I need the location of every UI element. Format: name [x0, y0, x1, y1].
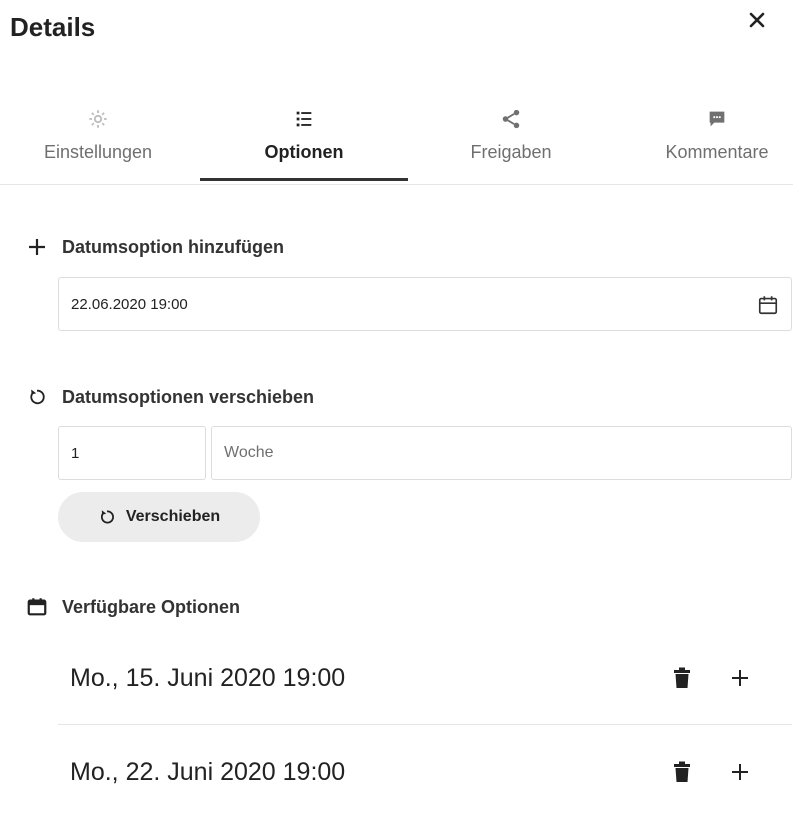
shift-button[interactable]: Verschieben: [58, 492, 260, 542]
divider: [58, 724, 792, 725]
close-button[interactable]: [743, 6, 771, 34]
close-icon: [749, 12, 765, 28]
list-item: Mo., 15. Juni 2020 19:00: [58, 632, 792, 724]
tab-bar: Einstellungen Optionen Freigaben Komment…: [0, 104, 793, 185]
tab-freigaben[interactable]: Freigaben: [456, 104, 566, 184]
shift-amount-input[interactable]: 1: [58, 426, 206, 480]
shift-button-label: Verschieben: [125, 508, 221, 525]
tab-einstellungen[interactable]: Einstellungen: [30, 104, 166, 184]
plus-icon: [732, 764, 748, 780]
shift-amount-value: 1: [71, 444, 80, 462]
active-tab-indicator: [200, 178, 408, 181]
trash-icon: [674, 667, 690, 688]
add-button[interactable]: [720, 658, 760, 698]
trash-icon: [674, 761, 690, 782]
option-label: Mo., 22. Juni 2020 19:00: [70, 757, 346, 786]
gear-icon: [89, 110, 107, 128]
section-title-text: Verfügbare Optionen: [62, 596, 241, 617]
section-title-text: Datumsoptionen verschieben: [62, 386, 315, 407]
shift-section-title: Datumsoptionen verschieben: [26, 386, 314, 408]
plus-icon: [732, 670, 748, 686]
share-icon: [502, 109, 520, 129]
available-section-title: Verfügbare Optionen: [26, 596, 240, 618]
tab-label: Kommentare: [665, 142, 769, 162]
delete-button[interactable]: [662, 658, 702, 698]
tab-optionen[interactable]: Optionen: [240, 104, 368, 184]
list-item: Mo., 22. Juni 2020 19:00: [58, 726, 792, 818]
calendar-button[interactable]: [755, 292, 781, 318]
option-label: Mo., 15. Juni 2020 19:00: [70, 663, 346, 692]
shift-unit-value: Woche: [224, 444, 274, 461]
tab-label: Einstellungen: [43, 142, 153, 162]
delete-button[interactable]: [662, 752, 702, 792]
calendar-icon: [26, 596, 48, 618]
plus-icon: [26, 236, 48, 258]
comment-icon: [709, 111, 725, 127]
shift-unit-select[interactable]: Woche: [211, 426, 792, 480]
date-input[interactable]: 22.06.2020 19:00: [58, 277, 792, 331]
add-button[interactable]: [720, 752, 760, 792]
tab-label: Freigaben: [470, 142, 552, 162]
tab-kommentare[interactable]: Kommentare: [648, 104, 786, 184]
section-title-text: Datumsoption hinzufügen: [62, 236, 284, 257]
tab-label: Optionen: [264, 142, 344, 162]
page-title: Details: [10, 12, 96, 42]
list-icon: [296, 111, 312, 127]
calendar-icon: [758, 296, 778, 315]
add-option-section-title: Datumsoption hinzufügen: [26, 236, 284, 258]
date-input-value: 22.06.2020 19:00: [71, 295, 188, 313]
undo-icon: [26, 386, 48, 408]
undo-icon: [98, 508, 116, 526]
